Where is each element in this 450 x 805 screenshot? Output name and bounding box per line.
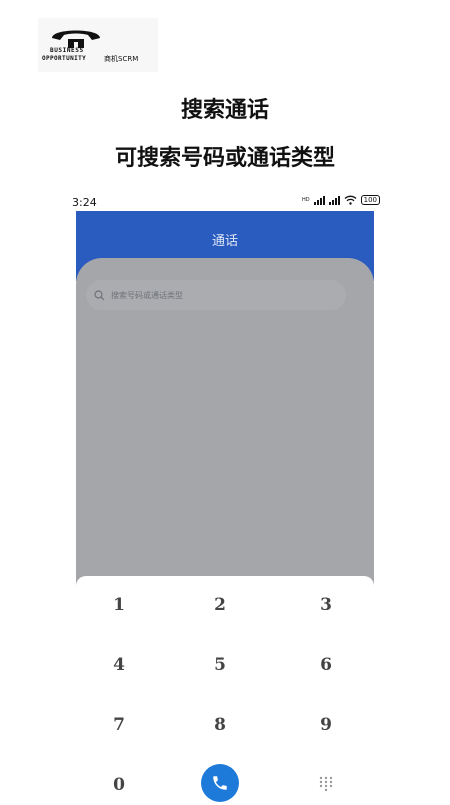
signal-icon-2 xyxy=(328,195,340,205)
dial-key-2[interactable]: 2 xyxy=(180,585,260,625)
status-time: 3:24 xyxy=(72,196,97,209)
app-title: 通话 xyxy=(211,234,238,249)
feature-subtitle: 可搜索号码或通话类型 xyxy=(114,146,335,171)
dial-key-1[interactable]: 1 xyxy=(79,585,159,625)
feature-title: 搜索通话 xyxy=(180,98,269,123)
dialpad: 1 2 3 4 5 6 7 8 9 0 xyxy=(76,576,374,802)
status-icons: HD 100 xyxy=(302,195,380,205)
search-placeholder: 搜索号码或通话类型 xyxy=(111,290,183,300)
logo-brand-name: 商机SCRM xyxy=(104,55,139,63)
dial-key-7[interactable]: 7 xyxy=(79,705,159,745)
signal-icon xyxy=(313,195,325,205)
search-icon xyxy=(94,289,105,300)
dial-key-5[interactable]: 5 xyxy=(180,645,260,685)
status-bar: 3:24 HD 100 xyxy=(72,195,380,211)
dialpad-grid-icon xyxy=(319,776,333,792)
dial-key-0[interactable]: 0 xyxy=(79,765,159,805)
call-button[interactable] xyxy=(201,764,239,802)
dial-key-8[interactable]: 8 xyxy=(180,705,260,745)
logo-text-line1: BUSINESS xyxy=(50,47,84,54)
dial-key-3[interactable]: 3 xyxy=(286,585,366,625)
search-input[interactable]: 搜索号码或通话类型 xyxy=(86,280,346,310)
phone-icon xyxy=(213,776,227,790)
dial-key-6[interactable]: 6 xyxy=(286,645,366,685)
logo-text-line2: OPPORTUNITY xyxy=(42,55,87,62)
dial-key-9[interactable]: 9 xyxy=(286,705,366,745)
brand-logo: BUSINESS OPPORTUNITY 商机SCRM xyxy=(38,18,158,72)
battery-icon: 100 xyxy=(360,195,380,205)
wifi-icon xyxy=(344,195,357,205)
hd-label: HD xyxy=(302,197,310,203)
dialpad-toggle-button[interactable] xyxy=(306,772,346,796)
dial-key-4[interactable]: 4 xyxy=(79,645,159,685)
